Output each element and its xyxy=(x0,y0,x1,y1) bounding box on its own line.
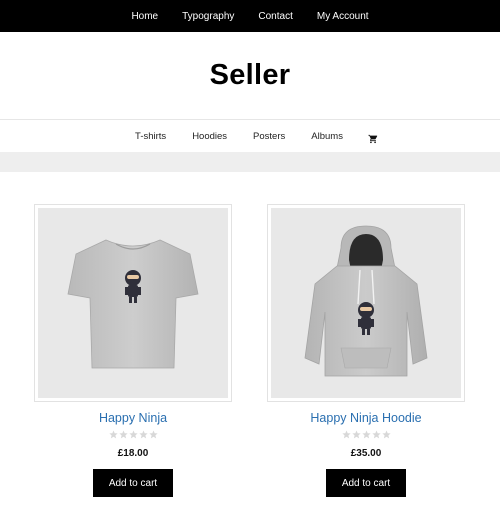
star-icon xyxy=(128,430,138,439)
product-title-link[interactable]: Happy Ninja xyxy=(34,411,232,425)
nav-hoodies[interactable]: Hoodies xyxy=(192,131,227,142)
product-card: Happy Ninja £18.00 Add to cart xyxy=(34,204,232,497)
star-icon xyxy=(148,430,158,439)
top-nav-home[interactable]: Home xyxy=(131,11,158,22)
star-rating xyxy=(267,430,465,440)
top-nav-typography[interactable]: Typography xyxy=(182,11,234,22)
star-icon xyxy=(108,430,118,439)
main-nav: T-shirts Hoodies Posters Albums xyxy=(0,120,500,152)
site-header: Seller xyxy=(0,32,500,120)
star-icon xyxy=(351,430,361,439)
product-price: £18.00 xyxy=(117,448,149,459)
star-icon xyxy=(341,430,351,439)
nav-tshirts[interactable]: T-shirts xyxy=(135,131,166,142)
nav-posters[interactable]: Posters xyxy=(253,131,285,142)
grey-band xyxy=(0,152,500,172)
hoodie-image xyxy=(304,225,428,377)
star-icon xyxy=(381,430,391,439)
add-to-cart-button[interactable]: Add to cart xyxy=(326,469,406,497)
nav-albums[interactable]: Albums xyxy=(311,131,343,142)
add-to-cart-button[interactable]: Add to cart xyxy=(93,469,173,497)
product-title-link[interactable]: Happy Ninja Hoodie xyxy=(267,411,465,425)
top-nav-my-account[interactable]: My Account xyxy=(317,11,369,22)
product-image-hoodie[interactable] xyxy=(267,204,465,402)
star-rating xyxy=(34,430,232,440)
shopping-cart-icon[interactable] xyxy=(368,131,378,144)
star-icon xyxy=(138,430,148,439)
top-bar: Home Typography Contact My Account xyxy=(0,0,500,32)
product-price: £35.00 xyxy=(350,448,382,459)
top-nav-contact[interactable]: Contact xyxy=(258,11,292,22)
star-icon xyxy=(118,430,128,439)
tshirt-image xyxy=(67,239,199,369)
product-card: Happy Ninja Hoodie £35.00 Add to cart xyxy=(267,204,465,497)
star-icon xyxy=(371,430,381,439)
site-title[interactable]: Seller xyxy=(210,59,291,92)
product-image-tshirt[interactable] xyxy=(34,204,232,402)
star-icon xyxy=(361,430,371,439)
